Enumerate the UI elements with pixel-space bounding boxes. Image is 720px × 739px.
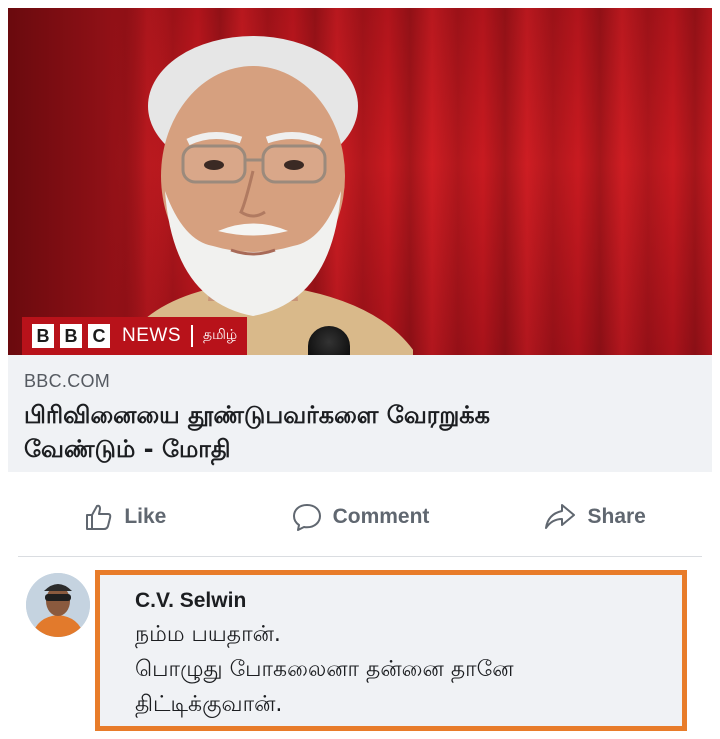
bbc-language-label: தமிழ் [203, 327, 238, 343]
post-actions-bar: Like Comment Share [8, 488, 712, 546]
comment-line-1: நம்ம பயதான். [135, 622, 281, 647]
link-preview[interactable]: BBC.COM பிரிவினையை தூண்டுபவர்களை வேரறுக்… [8, 355, 712, 472]
divider [18, 556, 702, 557]
thumbs-up-icon [86, 504, 112, 530]
comment-author[interactable]: C.V. Selwin [135, 589, 682, 613]
share-button[interactable]: Share [477, 502, 712, 532]
post-image[interactable]: B B C NEWS தமிழ் [8, 8, 712, 355]
bbc-news-logo: B B C NEWS தமிழ் [22, 317, 248, 355]
person-portrait [117, 36, 413, 355]
link-title-line2: வேண்டும் - மோதி [24, 435, 231, 463]
link-domain: BBC.COM [24, 371, 111, 391]
bbc-block-b1: B [32, 324, 54, 348]
bbc-block-c: C [88, 324, 110, 348]
share-arrow-icon [545, 504, 576, 529]
comment-label: Comment [332, 505, 430, 528]
comment-button[interactable]: Comment [243, 502, 478, 532]
comment-line-3: திட்டிக்குவான். [135, 692, 283, 717]
comment-bubble: C.V. Selwin நம்ம பயதான். பொழுது போகலைனா … [95, 570, 687, 731]
like-label: Like [124, 505, 167, 528]
link-title-line1: பிரிவினையை தூண்டுபவர்களை வேரறுக்க [24, 401, 490, 429]
link-title: பிரிவினையை தூண்டுபவர்களை வேரறுக்க வேண்டு… [24, 398, 696, 466]
comment-line-2: பொழுது போகலைனா தன்னை தானே [135, 657, 514, 682]
bbc-block-b2: B [60, 324, 82, 348]
bbc-separator [191, 325, 193, 347]
avatar[interactable] [26, 573, 90, 637]
comment-bubble-icon [292, 504, 321, 531]
user-photo-icon [26, 573, 90, 637]
like-button[interactable]: Like [8, 502, 243, 532]
bbc-news-label: NEWS [122, 325, 181, 346]
share-label: Share [587, 505, 646, 528]
